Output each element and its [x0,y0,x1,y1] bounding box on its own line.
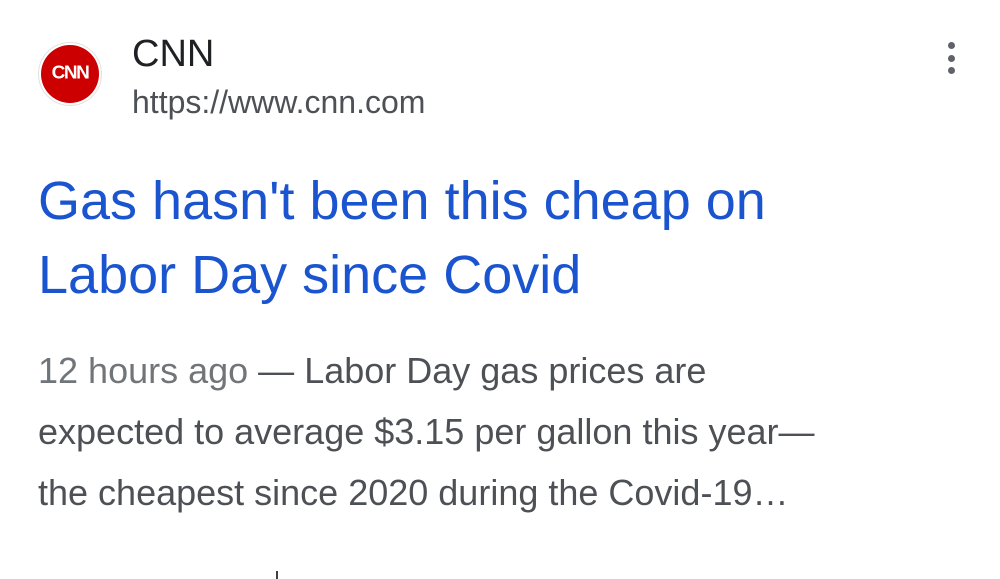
snippet-separator: — [248,350,305,391]
result-snippet: 12 hours ago — Labor Day gas prices are … [38,340,968,523]
source-info: CNN https://www.cnn.com [132,33,426,122]
snippet-line-1: Labor Day gas prices are [304,350,707,391]
search-result-card: CNN CNN https://www.cnn.com Gas hasn't b… [0,0,1000,579]
logo-text: CNN [51,63,90,84]
source-url: https://www.cnn.com [132,84,426,120]
headline-line-1: Gas hasn't been this cheap on [38,171,766,231]
snippet-line-2: expected to average $3.15 per gallon thi… [38,411,815,452]
result-timestamp: 12 hours ago [38,350,249,391]
headline-line-2: Labor Day since Covid [38,245,582,305]
more-options-button[interactable] [936,38,966,78]
cnn-logo-icon: CNN [41,45,99,103]
snippet-line-3: the cheapest since 2020 during the Covid… [38,472,789,513]
site-favicon: CNN [38,42,102,106]
more-vert-icon [947,42,955,49]
more-vert-icon-dot [947,67,955,74]
result-source-header[interactable]: CNN CNN https://www.cnn.com [38,33,426,122]
result-headline-link[interactable]: Gas hasn't been this cheap on Labor Day … [38,164,938,312]
next-result-edge [276,571,278,579]
more-vert-icon-dot [947,54,955,62]
source-name: CNN [132,33,215,75]
